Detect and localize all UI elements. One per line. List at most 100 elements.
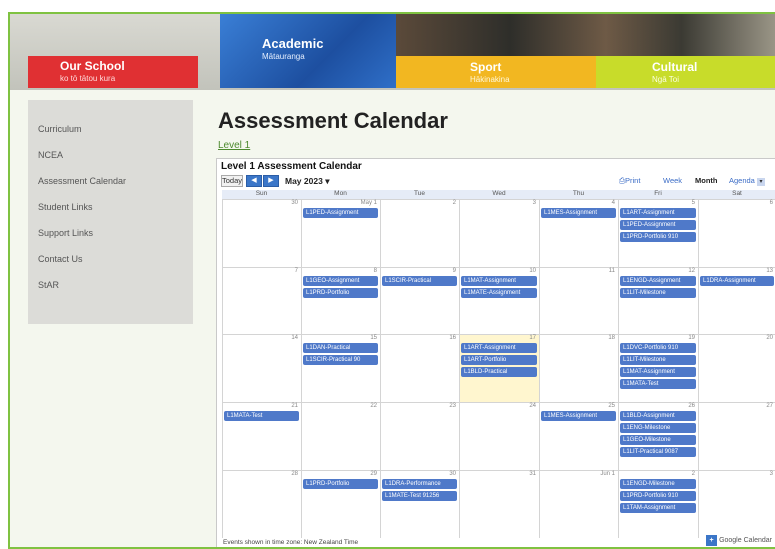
- view-month-tab[interactable]: Month: [695, 175, 718, 187]
- calendar-event[interactable]: L1ENGD-Milestone: [620, 479, 696, 489]
- calendar-event[interactable]: L1MES-Assignment: [541, 208, 616, 218]
- day-cell[interactable]: 7: [222, 267, 301, 334]
- calendar-event[interactable]: L1ENG-Milestone: [620, 423, 696, 433]
- nav-our-school[interactable]: Our School ko tō tātou kura: [28, 56, 198, 88]
- day-cell[interactable]: 16: [380, 334, 459, 402]
- sidebar-item-support-links[interactable]: Support Links: [38, 228, 93, 238]
- day-number: 20: [766, 335, 773, 341]
- sidebar-item-contact-us[interactable]: Contact Us: [38, 254, 83, 264]
- day-cell[interactable]: 27: [698, 402, 775, 470]
- calendar-event[interactable]: L1DAN-Practical: [303, 343, 378, 353]
- calendar-event[interactable]: L1TAM-Assignment: [620, 503, 696, 513]
- day-cell[interactable]: Jun 1: [539, 470, 618, 538]
- calendar-event[interactable]: L1SCIR-Practical: [382, 276, 457, 286]
- calendar-event[interactable]: L1MATE-Test 91256: [382, 491, 457, 501]
- day-number: 15: [370, 335, 377, 341]
- nav-cultural[interactable]: Cultural Ngā Toi: [596, 56, 775, 88]
- day-cell[interactable]: 22: [301, 402, 380, 470]
- chevron-down-icon: ▾: [325, 176, 330, 186]
- sidebar-item-ncea[interactable]: NCEA: [38, 150, 63, 160]
- day-number: 14: [291, 335, 298, 341]
- view-week-tab[interactable]: Week: [663, 175, 682, 187]
- day-number: 8: [373, 268, 377, 274]
- day-number: May 1: [360, 200, 377, 206]
- calendar-event[interactable]: L1MES-Assignment: [541, 411, 616, 421]
- calendar-event[interactable]: L1SCIR-Practical 90: [303, 355, 378, 365]
- cultural-sub: Ngā Toi: [652, 75, 679, 84]
- calendar-event[interactable]: L1MATA-Test: [620, 379, 696, 389]
- day-cell[interactable]: 2: [380, 199, 459, 267]
- calendar-event[interactable]: L1PRD-Portfolio: [303, 288, 378, 298]
- calendar-event[interactable]: L1ENGD-Assignment: [620, 276, 696, 286]
- day-cell[interactable]: 30: [222, 199, 301, 267]
- day-number: Jun 1: [600, 471, 615, 477]
- weekday-header-thu: Thu: [539, 190, 618, 199]
- day-cell[interactable]: 18: [539, 334, 618, 402]
- sport-sub: Hākinakina: [470, 75, 510, 84]
- view-agenda-tab[interactable]: Agenda ▾: [729, 175, 765, 187]
- day-number: 25: [608, 403, 615, 409]
- day-cell[interactable]: 3: [459, 199, 539, 267]
- page-title: Assessment Calendar: [218, 108, 448, 133]
- calendar-event[interactable]: L1DVC-Portfolio 910: [620, 343, 696, 353]
- dropdown-arrow-icon: ▾: [756, 178, 765, 186]
- day-number: 30: [449, 471, 456, 477]
- calendar-event[interactable]: L1ART-Assignment: [461, 343, 537, 353]
- sidebar-item-curriculum[interactable]: Curriculum: [38, 124, 82, 134]
- calendar-event[interactable]: L1ART-Portfolio: [461, 355, 537, 365]
- sidebar-item-star[interactable]: StAR: [38, 280, 59, 290]
- google-calendar-badge[interactable]: + Google Calendar: [706, 535, 772, 547]
- prev-month-button[interactable]: ◀: [246, 175, 262, 187]
- day-number: 18: [608, 335, 615, 341]
- day-number: 30: [291, 200, 298, 206]
- day-cell[interactable]: 28: [222, 470, 301, 538]
- calendar-event[interactable]: L1DRA-Performance: [382, 479, 457, 489]
- calendar-event[interactable]: L1BLD-Practical: [461, 367, 537, 377]
- month-dropdown[interactable]: May 2023 ▾: [285, 175, 329, 187]
- calendar-event[interactable]: L1LIT-Milestone: [620, 355, 696, 365]
- google-calendar-label: Google Calendar: [719, 537, 772, 544]
- calendar-event[interactable]: L1GEO-Assignment: [303, 276, 378, 286]
- day-number: 16: [449, 335, 456, 341]
- day-cell[interactable]: 24: [459, 402, 539, 470]
- calendar-event[interactable]: L1PED-Assignment: [620, 220, 696, 230]
- day-number: 5: [691, 200, 695, 206]
- day-cell[interactable]: 3: [698, 470, 775, 538]
- calendar-event[interactable]: L1PRD-Portfolio 910: [620, 491, 696, 501]
- calendar-event[interactable]: L1LIT-Milestone: [620, 288, 696, 298]
- calendar-event[interactable]: L1MATE-Assignment: [461, 288, 537, 298]
- day-cell[interactable]: 6: [698, 199, 775, 267]
- calendar-event[interactable]: L1PRD-Portfolio: [303, 479, 378, 489]
- calendar-event[interactable]: L1BLD-Assignment: [620, 411, 696, 421]
- today-button[interactable]: Today: [221, 175, 243, 187]
- calendar-event[interactable]: L1ART-Assignment: [620, 208, 696, 218]
- day-number: 7: [294, 268, 298, 274]
- header-banner: Our School ko tō tātou kura Academic Māt…: [10, 14, 775, 90]
- day-cell[interactable]: 23: [380, 402, 459, 470]
- calendar-event[interactable]: L1LIT-Practical 9087: [620, 447, 696, 457]
- next-month-button[interactable]: ▶: [263, 175, 279, 187]
- print-button[interactable]: ⎙Print: [619, 175, 640, 187]
- sidebar-item-assessment-calendar[interactable]: Assessment Calendar: [38, 176, 126, 186]
- calendar-event[interactable]: L1MAT-Assignment: [461, 276, 537, 286]
- day-number: 11: [608, 268, 615, 274]
- calendar-event[interactable]: L1GEO-Milestone: [620, 435, 696, 445]
- nav-academic[interactable]: Academic Mātauranga: [220, 14, 396, 88]
- sidebar-item-student-links[interactable]: Student Links: [38, 202, 93, 212]
- calendar-event[interactable]: L1PRD-Portfolio 910: [620, 232, 696, 242]
- day-number: 28: [291, 471, 298, 477]
- weekday-header-mon: Mon: [301, 190, 380, 199]
- calendar-event[interactable]: L1PED-Assignment: [303, 208, 378, 218]
- calendar-event[interactable]: L1MATA-Test: [224, 411, 299, 421]
- calendar-event[interactable]: L1MAT-Assignment: [620, 367, 696, 377]
- level-1-link[interactable]: Level 1: [218, 140, 250, 151]
- day-cell[interactable]: 14: [222, 334, 301, 402]
- day-number: 19: [688, 335, 695, 341]
- calendar-event[interactable]: L1DRA-Assignment: [700, 276, 774, 286]
- day-cell[interactable]: 31: [459, 470, 539, 538]
- day-cell[interactable]: 20: [698, 334, 775, 402]
- nav-sport[interactable]: Sport Hākinakina: [396, 56, 596, 88]
- weekday-header-wed: Wed: [459, 190, 539, 199]
- weekday-header-sat: Sat: [698, 190, 775, 199]
- day-cell[interactable]: 11: [539, 267, 618, 334]
